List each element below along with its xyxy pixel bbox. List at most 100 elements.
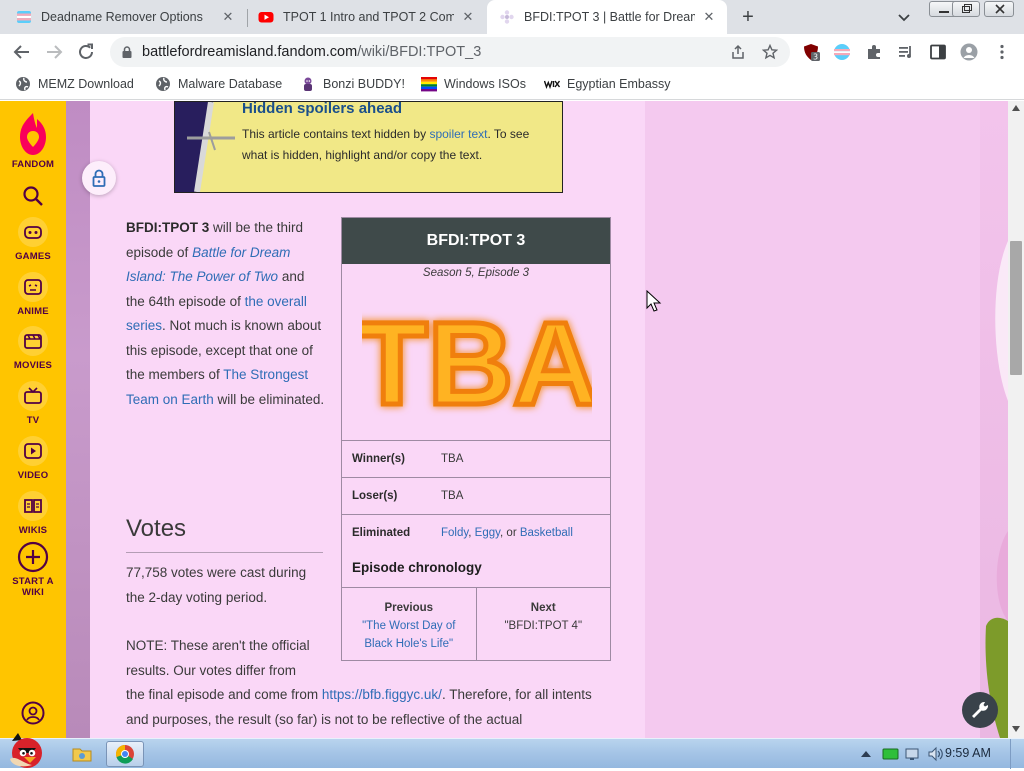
tab-title: Deadname Remover Options <box>41 10 203 24</box>
nav-video[interactable]: VIDEO <box>0 436 66 481</box>
bookmark-star-icon[interactable] <box>762 44 778 60</box>
mouse-cursor-icon <box>646 290 662 312</box>
link-eggy[interactable]: Eggy <box>475 527 500 539</box>
start-angry-bird-icon[interactable] <box>2 731 52 769</box>
windows-taskbar: 9:59 AM <box>0 733 1024 769</box>
edit-lock-button[interactable] <box>82 161 116 195</box>
youtube-icon <box>258 12 274 23</box>
close-tab-icon[interactable]: ✕ <box>220 9 236 25</box>
taskbar-clock[interactable]: 9:59 AM <box>945 746 991 760</box>
next-episode: Next "BFDI:TPOT 4" <box>475 588 611 660</box>
infobox-title: BFDI:TPOT 3 <box>342 218 610 264</box>
back-arrow-icon[interactable] <box>11 41 33 63</box>
nav-games[interactable]: GAMES <box>0 217 66 262</box>
spoiler-text: This article contains text hidden by spo… <box>242 127 530 162</box>
anime-icon <box>18 272 48 302</box>
tab-deadname-remover[interactable]: Deadname Remover Options ✕ <box>0 0 246 34</box>
link-basketball[interactable]: Basketball <box>520 527 573 539</box>
community-tools-button[interactable] <box>962 692 998 728</box>
user-account-icon[interactable] <box>21 701 45 725</box>
link-figgyc[interactable]: https://bfb.figgyc.uk/ <box>322 687 442 702</box>
episode-infobox: BFDI:TPOT 3 Season 5, Episode 3 TBA Winn… <box>341 217 611 661</box>
close-tab-icon[interactable]: ✕ <box>460 9 476 25</box>
file-explorer-icon[interactable] <box>72 745 92 763</box>
episode-chronology-nav: Previous "The Worst Day of Black Hole's … <box>342 587 610 660</box>
infobox-subtitle: Season 5, Episode 3 <box>422 267 530 279</box>
close-window-button[interactable] <box>984 1 1014 17</box>
new-tab-button[interactable]: + <box>736 6 760 30</box>
menu-kebab-icon[interactable] <box>993 43 1011 61</box>
tab-title: TPOT 1 Intro and TPOT 2 Com <box>283 10 454 24</box>
network-icon[interactable] <box>905 746 923 762</box>
bookmark-bonzi-buddy[interactable]: Bonzi BUDDY! <box>300 76 405 92</box>
link-foldy[interactable]: Foldy <box>441 527 468 539</box>
bookmark-memz-download[interactable]: MEMZ Download <box>15 76 134 92</box>
article-intro: BFDI:TPOT 3 will be the third episode of… <box>126 220 325 407</box>
votes-heading: Votes <box>126 515 187 542</box>
bookmark-malware-database[interactable]: Malware Database <box>155 76 282 92</box>
next-episode-title: "BFDI:TPOT 4" <box>504 620 583 632</box>
share-icon[interactable] <box>730 44 746 60</box>
trans-flag-icon <box>17 11 31 23</box>
page-viewport: FANDOM GAMES ANIME MOVIES TV VIDEO WIKIS… <box>0 101 1024 738</box>
scrollbar-thumb[interactable] <box>1010 241 1022 375</box>
fandom-brand-label: FANDOM <box>11 159 55 170</box>
nav-movies[interactable]: MOVIES <box>0 326 66 371</box>
votes-note-continued: the final episode and come from https://… <box>126 687 592 727</box>
tba-title-card-image[interactable]: TBA <box>362 292 592 428</box>
globe-icon <box>156 77 170 91</box>
tab-title: BFDI:TPOT 3 | Battle for Dream <box>524 10 695 24</box>
fandom-logo[interactable]: FANDOM <box>0 111 66 170</box>
votes-summary: 77,758 votes were cast during the 2-day … <box>126 565 307 605</box>
background-art-left <box>66 101 90 738</box>
tab-tpot-intro[interactable]: TPOT 1 Intro and TPOT 2 Com ✕ <box>248 0 486 34</box>
svg-text:TBA: TBA <box>362 298 592 427</box>
video-icon <box>18 436 48 466</box>
show-desktop-button[interactable] <box>1010 739 1024 769</box>
address-bar[interactable]: battlefordreamisland.fandom.com/wiki/BFD… <box>110 37 790 67</box>
taskbar-chrome-button[interactable] <box>106 741 144 767</box>
movies-icon <box>18 326 48 356</box>
tray-expand-icon[interactable] <box>860 750 872 758</box>
tab-bfdi-tpot3[interactable]: BFDI:TPOT 3 | Battle for Dream ✕ <box>487 0 727 34</box>
spoiler-banner-art <box>175 102 235 192</box>
close-tab-icon[interactable]: ✕ <box>701 9 717 25</box>
reload-icon[interactable] <box>75 41 97 63</box>
previous-episode: Previous "The Worst Day of Black Hole's … <box>342 588 476 660</box>
wikis-icon <box>18 491 48 521</box>
spoiler-warning-banner: Hidden spoilers ahead This article conta… <box>174 101 563 193</box>
infobox-row-eliminated: Eliminated Foldy, Eggy, or Basketball <box>342 514 610 551</box>
side-panel-icon[interactable] <box>929 43 947 61</box>
wrench-icon <box>972 701 989 718</box>
extensions-puzzle-icon[interactable] <box>865 43 883 61</box>
tab-search-chevron-icon[interactable] <box>895 8 913 26</box>
chrome-icon <box>115 745 134 764</box>
nav-wikis[interactable]: WIKIS <box>0 491 66 536</box>
page-scrollbar[interactable] <box>1008 101 1024 738</box>
spoiler-text-link[interactable]: spoiler text <box>429 127 487 141</box>
volume-icon[interactable] <box>927 746 945 762</box>
bookmarks-bar: MEMZ Download Malware Database Bonzi BUD… <box>0 70 1024 100</box>
nav-anime[interactable]: ANIME <box>0 272 66 317</box>
battery-icon[interactable] <box>882 746 900 762</box>
episode-chronology-heading: Episode chronology <box>352 560 482 575</box>
forward-arrow-icon[interactable] <box>43 41 65 63</box>
search-icon[interactable] <box>22 185 44 207</box>
plus-circle-icon <box>17 541 49 573</box>
rainbow-flag-icon <box>421 77 437 92</box>
media-controls-icon[interactable] <box>897 43 915 61</box>
lock-icon[interactable] <box>120 45 134 59</box>
start-a-wiki-button[interactable]: START A WIKI <box>0 541 66 598</box>
bookmark-egyptian-embassy[interactable]: Egyptian Embassy <box>544 76 671 92</box>
svg-text:3: 3 <box>813 53 818 62</box>
bookmark-windows-isos[interactable]: Windows ISOs <box>421 76 526 92</box>
infobox-row-winners: Winner(s) TBA <box>342 440 610 477</box>
profile-avatar-icon[interactable] <box>960 43 978 61</box>
nav-tv[interactable]: TV <box>0 381 66 426</box>
trans-flag-extension-icon[interactable] <box>833 43 851 61</box>
ublock-origin-icon[interactable]: 3 <box>802 43 820 61</box>
link-previous-episode[interactable]: "The Worst Day of Black Hole's Life" <box>342 617 476 653</box>
background-art-right <box>980 101 1008 738</box>
restore-button[interactable] <box>952 1 980 17</box>
padlock-icon <box>92 169 106 187</box>
